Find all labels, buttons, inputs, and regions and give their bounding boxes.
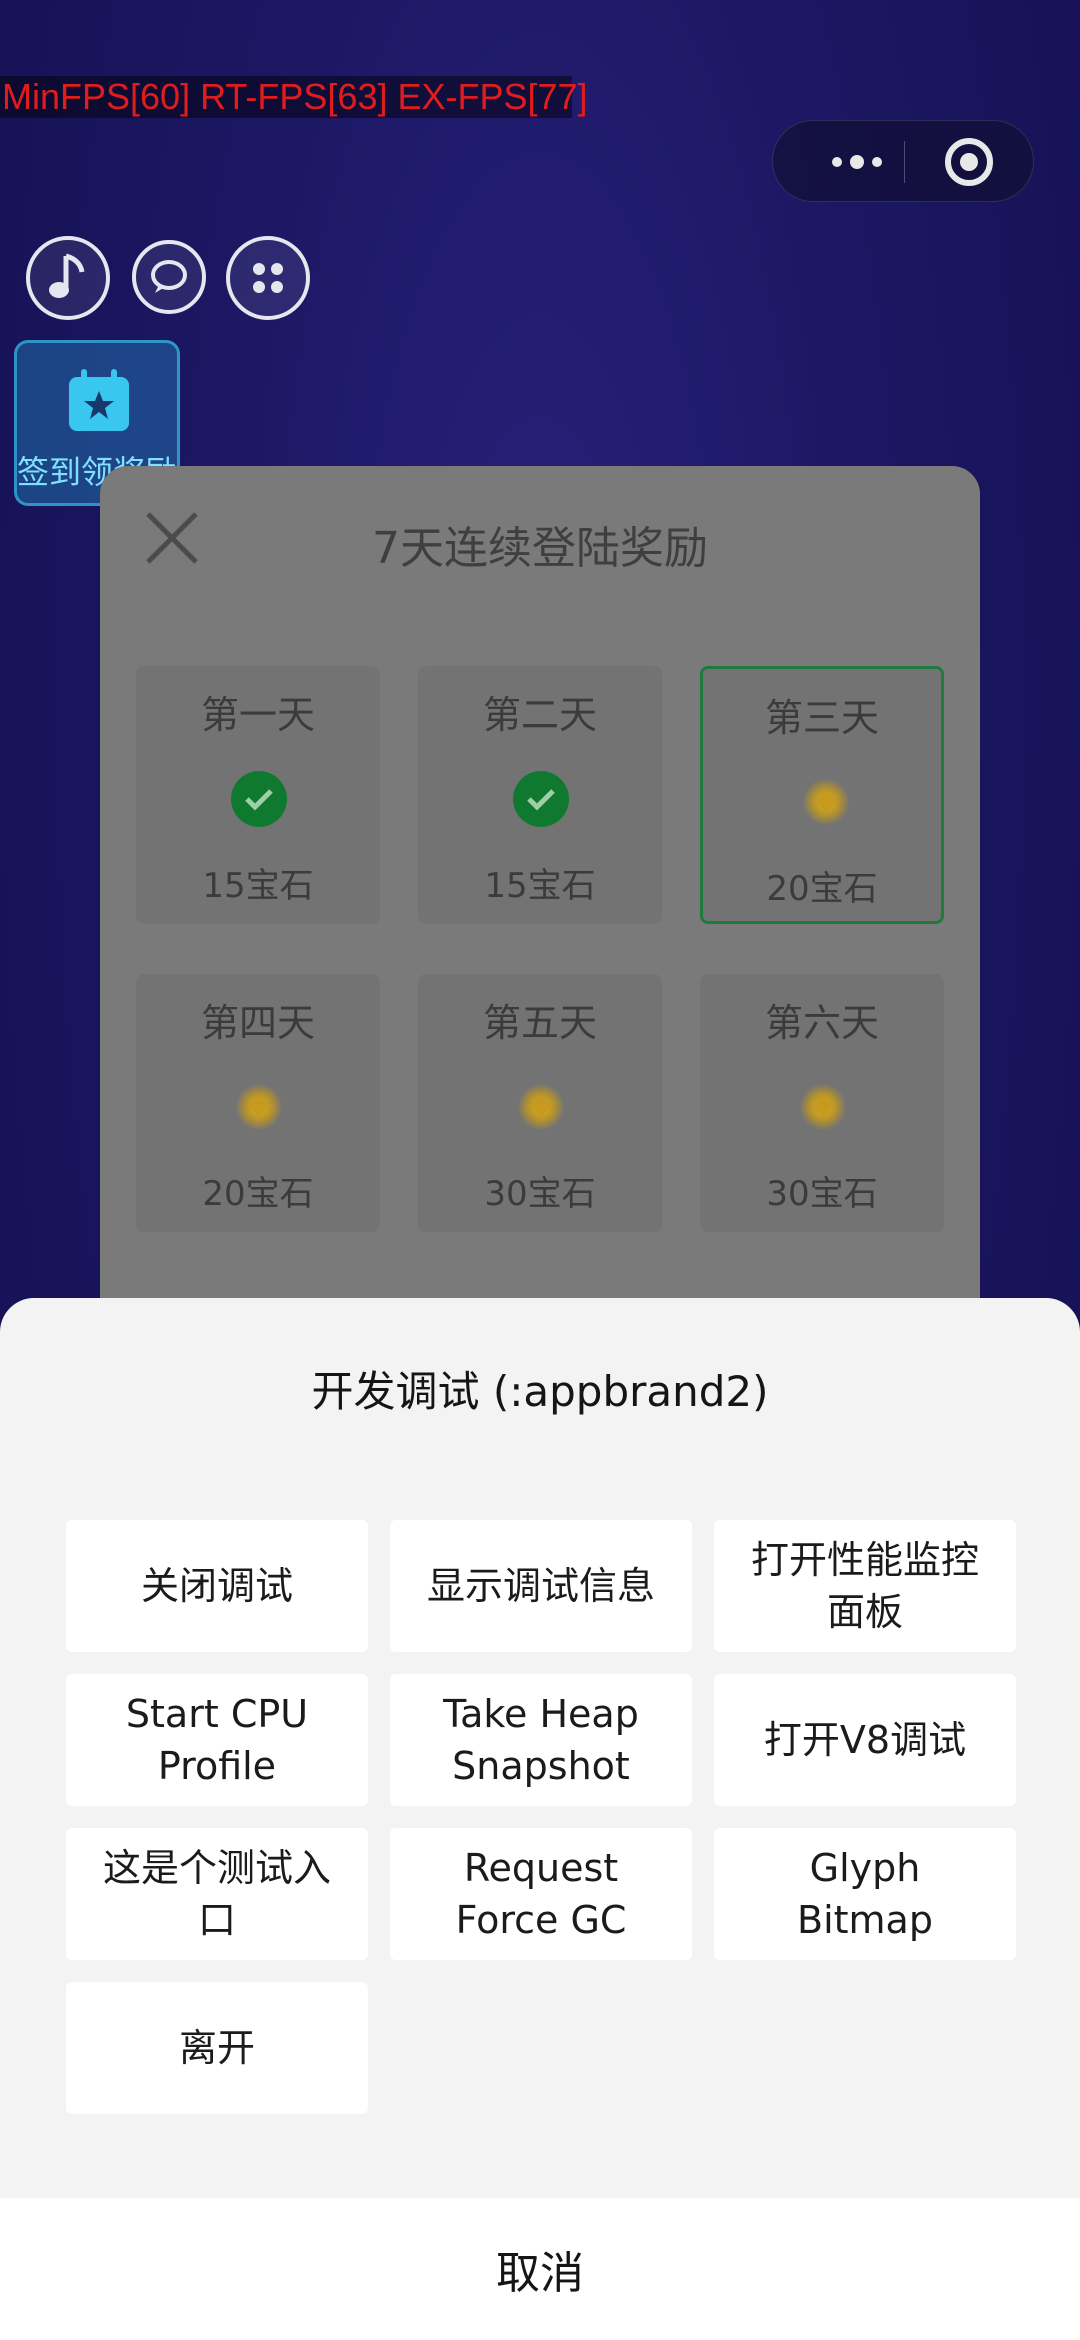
option-line: 打开性能监控 xyxy=(750,1538,979,1582)
day-reward: 15宝石 xyxy=(484,866,596,906)
day-reward: 20宝石 xyxy=(202,1174,314,1214)
day-reward: 20宝石 xyxy=(766,869,878,909)
day-reward: 30宝石 xyxy=(766,1174,878,1214)
option-line: Request xyxy=(463,1846,619,1890)
calendar-star-icon xyxy=(69,369,129,431)
option-line: Bitmap xyxy=(797,1898,933,1942)
music-button[interactable] xyxy=(26,236,110,320)
grid-dots-icon xyxy=(253,263,283,293)
option-glyph-bitmap[interactable]: Glyph Bitmap xyxy=(714,1828,1016,1960)
reward-dialog: 7天连续登陆奖励 第一天 15宝石 第二天 15宝石 第三天 20宝石 第四天 … xyxy=(100,466,980,1366)
more-dots-icon[interactable] xyxy=(809,121,905,203)
option-line: 口 xyxy=(197,1898,236,1942)
action-sheet-title: 开发调试 (:appbrand2) xyxy=(311,1367,769,1416)
option-request-force-gc[interactable]: Request Force GC xyxy=(390,1828,692,1960)
day-name: 第六天 xyxy=(764,1001,879,1045)
option-line: Force GC xyxy=(455,1898,627,1942)
music-note-icon xyxy=(49,253,85,298)
option-line: 打开V8调试 xyxy=(763,1718,967,1762)
option-line: 显示调试信息 xyxy=(426,1564,655,1608)
day-name: 第四天 xyxy=(200,1001,315,1045)
option-line: Take Heap xyxy=(443,1692,639,1736)
option-take-heap-snapshot[interactable]: Take Heap Snapshot xyxy=(390,1674,692,1806)
gem-icon xyxy=(236,1084,282,1130)
option-line: 关闭调试 xyxy=(140,1564,293,1608)
option-line: Snapshot xyxy=(452,1744,630,1788)
option-line: Start CPU xyxy=(125,1692,309,1736)
day-reward: 15宝石 xyxy=(202,866,314,906)
target-close-icon[interactable] xyxy=(945,138,993,186)
option-line: Profile xyxy=(157,1744,277,1788)
option-close-debug[interactable]: 关闭调试 xyxy=(66,1520,368,1652)
day-name: 第二天 xyxy=(482,693,597,737)
chat-button[interactable] xyxy=(132,240,206,314)
day-card-4[interactable]: 第四天 20宝石 xyxy=(136,974,380,1232)
day-card-6[interactable]: 第六天 30宝石 xyxy=(700,974,944,1232)
fps-overlay: MinFPS[60] RT-FPS[63] EX-FPS[77] xyxy=(0,76,588,118)
option-show-debug-info[interactable]: 显示调试信息 xyxy=(390,1520,692,1652)
option-open-v8-debug[interactable]: 打开V8调试 xyxy=(714,1674,1016,1806)
day-name: 第一天 xyxy=(200,693,315,737)
gem-icon xyxy=(803,779,849,825)
option-open-perf-panel[interactable]: 打开性能监控 面板 xyxy=(714,1520,1016,1652)
day-card-2[interactable]: 第二天 15宝石 xyxy=(418,666,662,924)
day-name: 第五天 xyxy=(482,1001,597,1045)
day-card-3[interactable]: 第三天 20宝石 xyxy=(700,666,944,924)
menu-grid-button[interactable] xyxy=(226,236,310,320)
option-start-cpu-profile[interactable]: Start CPU Profile xyxy=(66,1674,368,1806)
gem-icon xyxy=(518,1084,564,1130)
day-card-1[interactable]: 第一天 15宝石 xyxy=(136,666,380,924)
day-card-5[interactable]: 第五天 30宝石 xyxy=(418,974,662,1232)
option-line: 离开 xyxy=(178,2026,255,2070)
option-test-entry[interactable]: 这是个测试入口 xyxy=(66,1828,368,1960)
capsule-divider xyxy=(904,141,905,183)
option-leave[interactable]: 离开 xyxy=(66,1982,368,2114)
option-line: 这是个测试入 xyxy=(102,1846,331,1890)
miniprogram-capsule xyxy=(772,120,1034,202)
gem-icon xyxy=(800,1084,846,1130)
cancel-button[interactable]: 取消 xyxy=(0,2198,1080,2340)
option-line: 面板 xyxy=(826,1590,903,1634)
reward-dialog-title: 7天连续登陆奖励 xyxy=(372,523,708,574)
checkmark-icon xyxy=(231,771,287,827)
checkmark-icon xyxy=(513,771,569,827)
debug-action-sheet: 开发调试 (:appbrand2) 关闭调试 显示调试信息 打开性能监控 面板 S… xyxy=(0,1298,1080,2340)
day-name: 第三天 xyxy=(764,696,879,740)
option-line: Glyph xyxy=(809,1846,921,1890)
chat-bubble-icon xyxy=(151,260,187,293)
day-reward: 30宝石 xyxy=(484,1174,596,1214)
